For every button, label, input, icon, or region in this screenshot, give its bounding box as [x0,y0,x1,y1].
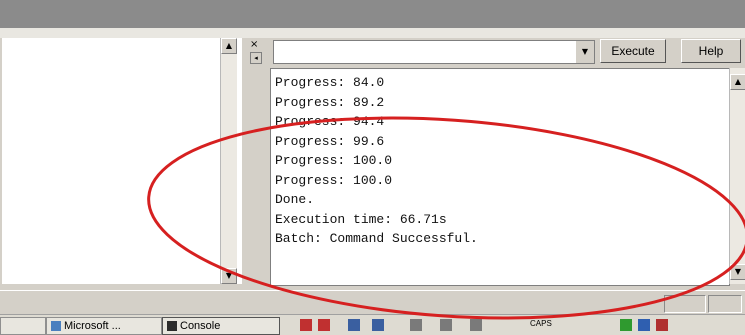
output-scrollbar[interactable]: ▲ ▼ [729,68,745,284]
taskbar-item-label: Microsoft ... [64,320,121,332]
output-line: Batch: Command Successful. [275,231,478,246]
left-pane [2,38,243,284]
output-line: Done. [275,192,315,207]
output-line: Progress: 100.0 [275,172,393,188]
taskbar-item[interactable] [0,317,46,335]
tray-icon[interactable] [348,319,360,331]
tray-icon[interactable] [410,319,422,331]
close-icon[interactable]: × [250,40,260,50]
execute-button[interactable]: Execute [600,39,666,63]
menu-strip [0,28,745,38]
output-line: Progress: 99.6 [275,133,385,149]
scroll-up-icon[interactable]: ▲ [221,38,237,54]
help-button[interactable]: Help [681,39,741,63]
pane-splitter[interactable]: × ◂ [242,38,270,284]
app-icon [51,321,61,332]
pin-icon[interactable]: ◂ [250,52,262,64]
status-panel [708,295,742,313]
window-titlebar [0,0,745,28]
tray-icon[interactable] [470,319,482,331]
tray-icon[interactable] [638,319,650,331]
output-line: Progress: 94.4 [275,114,385,129]
output-line: Execution time: 66.71s [275,211,447,227]
status-panel [664,295,706,313]
output-line: Progress: 84.0 [275,75,385,90]
output-line: Progress: 100.0 [275,153,393,168]
scroll-down-icon[interactable]: ▼ [221,268,237,284]
output-line: Progress: 89.2 [275,94,385,110]
status-bar [0,290,745,315]
command-input[interactable]: ▼ [273,40,595,64]
tray-icon[interactable] [300,319,312,331]
left-pane-scrollbar[interactable]: ▲ ▼ [220,38,237,284]
scroll-up-icon[interactable]: ▲ [730,74,745,90]
caps-indicator: CAPS [530,319,552,328]
console-icon [167,321,177,332]
tray-icon[interactable] [372,319,384,331]
tray-icon[interactable] [440,319,452,331]
tray-icon[interactable] [318,319,330,331]
chevron-down-icon[interactable]: ▼ [576,41,594,63]
taskbar: Microsoft ... Console CAPS [0,314,745,335]
taskbar-item-active[interactable]: Console [162,317,280,335]
taskbar-item-label: Console [180,320,221,332]
output-lines: Progress: 84.0 Progress: 89.2 Progress: … [275,73,478,249]
tray-icon[interactable] [620,319,632,331]
scroll-down-icon[interactable]: ▼ [730,264,745,280]
console-output[interactable]: Progress: 84.0 Progress: 89.2 Progress: … [270,68,730,286]
tray-icon[interactable] [656,319,668,331]
taskbar-item[interactable]: Microsoft ... [46,317,162,335]
